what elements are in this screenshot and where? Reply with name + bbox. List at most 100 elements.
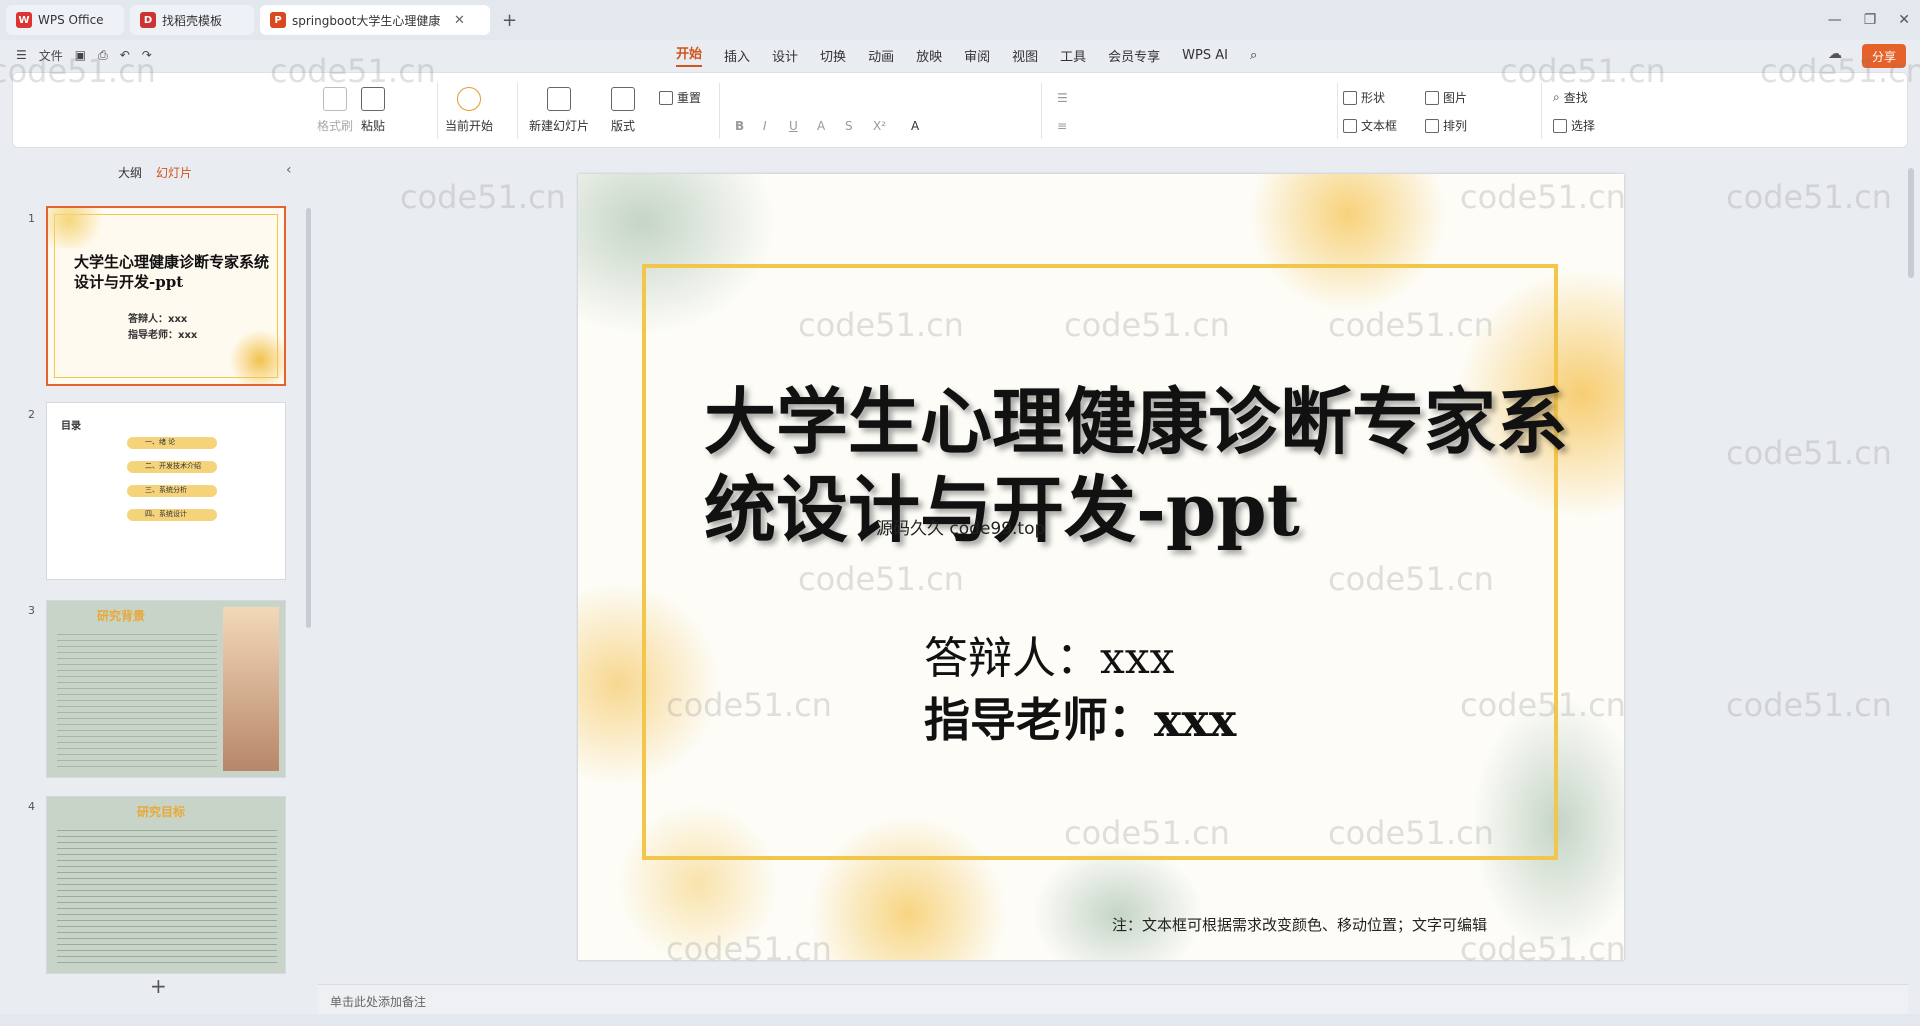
underline-icon[interactable]: U [789,119,798,133]
tab-member[interactable]: 会员专享 [1108,46,1160,65]
slide-canvas[interactable]: 大学生心理健康诊断专家系统设计与开发-ppt 源码久久 code99.top 答… [578,174,1624,960]
textbox-button[interactable]: 文本框 [1343,117,1397,134]
tab-home[interactable]: 开始 [676,43,703,67]
new-slide-label: 新建幻灯片 [529,119,590,133]
tab-tools[interactable]: 工具 [1060,46,1086,65]
restore-icon[interactable]: ❐ [1864,12,1877,28]
presenter-text[interactable]: 答辩人：xxx [924,622,1174,686]
title-bar: W WPS Office D 找稻壳模板 P springboot大学生心理健康… [0,0,1920,40]
main-scrollbar[interactable] [1908,168,1914,278]
select-icon [1553,118,1567,133]
layout-icon [611,87,635,111]
slide-watermark-text: 源码久久 code99.top [876,519,1046,539]
font-color-icon[interactable]: A [911,119,919,133]
notes-pane[interactable]: 单击此处添加备注 [318,984,1908,1014]
print-icon[interactable]: ⎙ [98,48,108,63]
tab-insert[interactable]: 插入 [724,46,750,65]
watermark-text: code51.cn [1726,686,1892,724]
search-icon[interactable]: ⌕ [1250,48,1257,63]
slide-thumbnail-2[interactable]: 目录 一、绪 论 二、开发技术介绍 三、系统分析 四、系统设计 [46,402,286,580]
slide-note[interactable]: 注：文本框可根据需求改变颜色、移动位置；文字可编辑 [1112,914,1487,935]
tab-design[interactable]: 设计 [772,46,798,65]
hamburger-icon[interactable]: ☰ [16,48,27,62]
reset-icon [659,90,673,105]
find-button[interactable]: ⌕ 查找 [1553,89,1588,106]
outline-tab[interactable]: 大纲 [118,164,142,181]
new-slide-icon [547,87,571,111]
tab-current-ppt[interactable]: P springboot大学生心理健康 ✕ [260,5,490,35]
tab-transition[interactable]: 切换 [820,46,846,65]
new-slide-button[interactable]: 新建幻灯片 [529,87,589,134]
toc-item: 一、绪 论 [127,437,217,449]
redo-icon[interactable]: ↷ [142,48,152,62]
wps-logo-icon: W [16,12,32,28]
share-button[interactable]: 分享 [1861,44,1906,68]
thumb-heading: 研究背景 [97,609,146,623]
tab-wps-ai[interactable]: WPS AI [1182,48,1228,63]
reset-button[interactable]: 重置 [659,89,701,106]
layout-button[interactable]: 版式 [611,87,635,134]
picture-label: 图片 [1443,91,1468,105]
flower-decoration [48,208,118,248]
arrange-label: 排列 [1443,119,1468,133]
superscript-icon[interactable]: X² [873,119,886,133]
panel-scrollbar[interactable] [306,208,311,628]
ribbon-toolbar: 格式刷 粘贴 当前开始 新建幻灯片 版式 重置 B I U A S X² A ☰… [12,72,1908,148]
format-painter-label: 格式刷 [317,119,354,133]
bold-icon[interactable]: B [735,119,744,133]
select-label: 选择 [1571,119,1596,133]
tab-view[interactable]: 视图 [1012,46,1038,65]
find-label: 查找 [1563,91,1588,105]
paste-label: 粘贴 [361,119,386,133]
shape-button[interactable]: 形状 [1343,89,1385,106]
undo-icon[interactable]: ↶ [120,48,130,62]
slide-number: 1 [28,212,35,225]
slide-thumbnail-4[interactable]: 研究目标 [46,796,286,974]
file-menu[interactable]: 文件 [39,47,63,64]
slide-border-frame [642,264,1558,860]
minimize-icon[interactable]: — [1828,12,1842,28]
collapse-panel-icon[interactable]: ‹ [286,162,292,178]
strikethrough-icon[interactable]: A [817,119,825,133]
slide-number: 3 [28,604,35,617]
play-from-current-button[interactable]: 当前开始 [445,87,493,134]
tab-wps-office[interactable]: W WPS Office [6,5,124,35]
tab-docer-templates[interactable]: D 找稻壳模板 [130,5,254,35]
thumb-title: 大学生心理健康诊断专家系统设计与开发-ppt [74,253,270,291]
align-left-icon[interactable]: ≡ [1057,119,1067,133]
bullet-list-icon[interactable]: ☰ [1057,91,1068,105]
italic-icon[interactable]: I [763,119,767,133]
paste-button[interactable]: 粘贴 [361,87,385,134]
select-button[interactable]: 选择 [1553,117,1595,134]
new-tab-icon[interactable]: + [502,10,517,31]
close-window-icon[interactable]: ✕ [1898,12,1910,28]
picture-button[interactable]: 图片 [1425,89,1467,106]
watermark-text: code51.cn [1726,434,1892,472]
tab-slideshow[interactable]: 放映 [916,46,942,65]
picture-icon [1425,90,1439,105]
slides-panel: 大纲 幻灯片 ‹ 1 大学生心理健康诊断专家系统设计与开发-ppt 答辩人：xx… [0,152,318,998]
close-tab-icon[interactable]: ✕ [454,13,465,28]
arrange-button[interactable]: 排列 [1425,117,1467,134]
add-slide-icon[interactable]: + [150,974,167,998]
thumb-illustration [223,607,279,771]
slide-number: 4 [28,800,35,813]
tab-review[interactable]: 审阅 [964,46,990,65]
divider [1337,83,1338,139]
shadow-icon[interactable]: S [845,119,853,133]
cloud-icon[interactable]: ☁ [1828,46,1842,62]
menu-bar: ☰ 文件 ▣ ⎙ ↶ ↷ 开始 插入 设计 切换 动画 放映 审阅 视图 工具 … [0,40,1920,70]
advisor-text[interactable]: 指导老师：xxx [924,684,1236,750]
find-icon: ⌕ [1553,90,1560,104]
save-icon[interactable]: ▣ [75,48,86,62]
layout-label: 版式 [611,119,636,133]
slide-thumbnail-1[interactable]: 大学生心理健康诊断专家系统设计与开发-ppt 答辩人：xxx 指导老师：xxx [46,206,286,386]
slides-tab[interactable]: 幻灯片 [156,164,192,181]
thumb-text-block [57,825,277,965]
slide-title[interactable]: 大学生心理健康诊断专家系统设计与开发-ppt [704,378,1584,554]
format-painter-button[interactable]: 格式刷 [317,87,353,134]
watermark-text: code51.cn [1726,178,1892,216]
textbox-icon [1343,118,1357,133]
slide-thumbnail-3[interactable]: 研究背景 [46,600,286,778]
tab-animation[interactable]: 动画 [868,46,894,65]
